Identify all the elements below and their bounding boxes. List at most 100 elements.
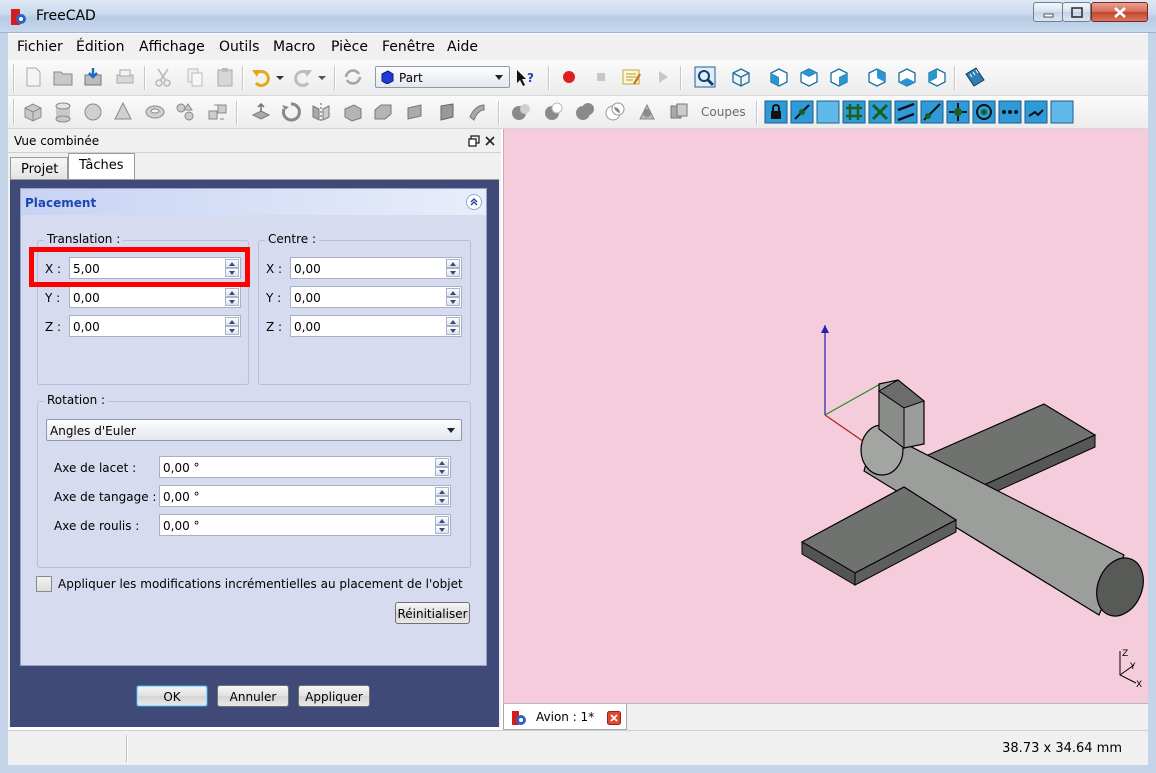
view-left-icon[interactable] <box>926 66 948 88</box>
3d-view[interactable]: Z Y X <box>503 129 1148 703</box>
boolean-cut-icon[interactable] <box>542 101 564 123</box>
constraint-parallel-icon[interactable] <box>894 100 918 124</box>
part-shape-builder-icon[interactable] <box>206 101 228 123</box>
rotation-mode-select[interactable]: Angles d'Euler <box>46 419 462 441</box>
yaw-stepper[interactable] <box>435 458 449 476</box>
copy-icon[interactable] <box>184 66 206 88</box>
spin-down-icon[interactable] <box>225 326 239 335</box>
view-top-icon[interactable] <box>798 66 820 88</box>
pitch-stepper[interactable] <box>435 487 449 505</box>
tab-taches[interactable]: Tâches <box>68 153 135 181</box>
yaw-input[interactable]: 0,00 ° <box>159 456 451 478</box>
print-icon[interactable] <box>114 66 136 88</box>
part-loft-icon[interactable] <box>466 101 488 123</box>
spin-up-icon[interactable] <box>435 516 449 525</box>
view-front-icon[interactable] <box>768 66 790 88</box>
part-fillet-icon[interactable] <box>342 101 364 123</box>
part-box-icon[interactable] <box>22 101 44 123</box>
airplane-model[interactable]: Z Y X <box>504 129 1149 703</box>
menu-aide[interactable]: Aide <box>447 39 478 55</box>
close-document-icon[interactable] <box>607 711 621 725</box>
workbench-selector[interactable]: Part <box>375 66 510 88</box>
maximize-button[interactable] <box>1062 2 1091 22</box>
part-cylinder-icon[interactable] <box>52 101 74 123</box>
float-panel-icon[interactable] <box>468 135 480 147</box>
measure-distance-icon[interactable] <box>964 66 986 88</box>
view-axonometric-icon[interactable] <box>730 66 752 88</box>
spin-down-icon[interactable] <box>446 326 460 335</box>
view-rear-icon[interactable] <box>866 66 888 88</box>
part-mirror-icon[interactable] <box>310 101 332 123</box>
spin-down-icon[interactable] <box>225 297 239 306</box>
spin-down-icon[interactable] <box>435 496 449 505</box>
record-macro-icon[interactable] <box>558 66 580 88</box>
spin-down-icon[interactable] <box>446 268 460 277</box>
constraint-lock-icon[interactable] <box>764 100 788 124</box>
centre-x-input[interactable]: 0,00 <box>290 257 462 279</box>
paste-icon[interactable] <box>214 66 236 88</box>
save-icon[interactable] <box>82 66 104 88</box>
tab-projet[interactable]: Projet <box>10 157 68 180</box>
menu-outils[interactable]: Outils <box>219 39 259 55</box>
reset-button[interactable]: Réinitialiser <box>395 602 470 624</box>
part-face-icon[interactable] <box>404 101 426 123</box>
run-macro-icon[interactable] <box>652 66 674 88</box>
spin-down-icon[interactable] <box>446 297 460 306</box>
constraint-coincident-icon[interactable] <box>790 100 814 124</box>
redo-dropdown-icon[interactable] <box>316 66 328 88</box>
undo-icon[interactable] <box>250 66 272 88</box>
constraint-point-on-object-icon[interactable] <box>842 100 866 124</box>
refresh-icon[interactable] <box>342 66 364 88</box>
stop-macro-icon[interactable] <box>590 66 612 88</box>
close-button[interactable] <box>1091 2 1148 22</box>
part-cone-icon[interactable] <box>112 101 134 123</box>
part-sphere-icon[interactable] <box>82 101 104 123</box>
menu-fichier[interactable]: Fichier <box>17 39 63 55</box>
constraint-perpendicular-icon[interactable] <box>868 100 892 124</box>
undo-dropdown-icon[interactable] <box>274 66 286 88</box>
part-primitives-icon[interactable] <box>174 101 196 123</box>
part-extrude-icon[interactable] <box>250 101 272 123</box>
centre-z-stepper[interactable] <box>446 317 460 335</box>
spin-up-icon[interactable] <box>446 317 460 326</box>
part-cross-sections-icon[interactable] <box>668 101 690 123</box>
constraint-tangent-icon[interactable] <box>920 100 944 124</box>
constraint-horizontal-icon[interactable] <box>998 100 1022 124</box>
constraint-blank-2-icon[interactable] <box>1050 100 1074 124</box>
translation-z-input[interactable]: 0,00 <box>69 315 241 337</box>
boolean-icon[interactable] <box>510 101 532 123</box>
spin-up-icon[interactable] <box>435 487 449 496</box>
menu-affichage[interactable]: Affichage <box>139 39 205 55</box>
whats-this-icon[interactable]: ? <box>514 66 536 88</box>
boolean-section-icon[interactable] <box>636 101 658 123</box>
cancel-button[interactable]: Annuler <box>217 685 289 707</box>
boolean-union-icon[interactable] <box>574 101 596 123</box>
minimize-button[interactable] <box>1033 2 1063 22</box>
roll-stepper[interactable] <box>435 516 449 534</box>
edit-macro-icon[interactable] <box>620 66 642 88</box>
constraint-blank-icon[interactable] <box>816 100 840 124</box>
view-right-icon[interactable] <box>828 66 850 88</box>
spin-down-icon[interactable] <box>435 525 449 534</box>
collapse-button[interactable] <box>466 194 482 210</box>
incremental-checkbox[interactable] <box>36 576 52 592</box>
part-torus-icon[interactable] <box>144 101 166 123</box>
part-revolve-icon[interactable] <box>280 101 302 123</box>
menu-fenetre[interactable]: Fenêtre <box>382 39 435 55</box>
redo-icon[interactable] <box>292 66 314 88</box>
spin-up-icon[interactable] <box>446 288 460 297</box>
close-panel-icon[interactable] <box>484 135 496 147</box>
sections-label[interactable]: Coupes <box>701 105 746 119</box>
view-bottom-icon[interactable] <box>896 66 918 88</box>
fit-all-icon[interactable] <box>694 66 716 88</box>
boolean-common-icon[interactable] <box>604 101 626 123</box>
constraint-equal-icon[interactable] <box>946 100 970 124</box>
open-file-icon[interactable] <box>52 66 74 88</box>
ok-button[interactable]: OK <box>136 685 208 707</box>
roll-input[interactable]: 0,00 ° <box>159 514 451 536</box>
new-file-icon[interactable] <box>22 66 44 88</box>
translation-y-stepper[interactable] <box>225 288 239 306</box>
spin-up-icon[interactable] <box>435 458 449 467</box>
menu-macro[interactable]: Macro <box>273 39 315 55</box>
constraint-concentric-icon[interactable] <box>972 100 996 124</box>
